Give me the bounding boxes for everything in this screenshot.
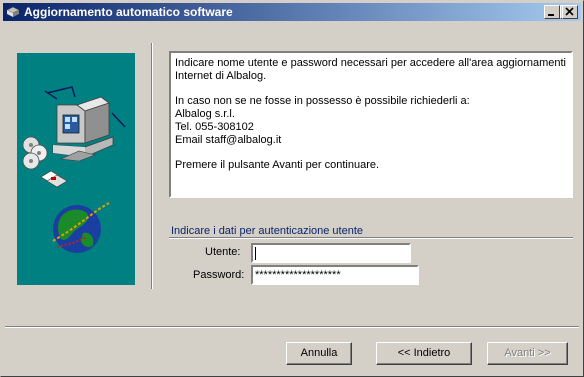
cancel-button[interactable]: Annulla (286, 342, 352, 365)
auth-group-title: Indicare i dati per autenticazione utent… (171, 225, 364, 237)
info-line: Indicare nome utente e password necessar… (175, 57, 566, 69)
bottom-divider (5, 326, 579, 328)
info-line: Email staff@albalog.it (175, 134, 282, 146)
user-label: Utente: (205, 246, 241, 258)
computer-globe-illustration (22, 86, 126, 253)
wizard-window: Aggiornamento automatico software Indica… (0, 0, 584, 377)
close-button[interactable] (562, 5, 578, 19)
next-button[interactable]: Avanti >> (487, 342, 568, 365)
app-icon (6, 6, 20, 17)
text-caret (255, 246, 256, 260)
info-line: Premere il pulsante Avanti per continuar… (175, 159, 380, 171)
back-button[interactable]: << Indietro (376, 342, 472, 365)
info-textbox: Indicare nome utente e password necessar… (169, 51, 573, 198)
password-label: Password: (193, 269, 245, 281)
auth-group-divider (169, 237, 573, 239)
vertical-divider (151, 43, 153, 289)
info-line: Albalog s.r.l. (175, 108, 235, 120)
info-line: Internet di Albalog. (175, 70, 267, 82)
wizard-side-image (17, 53, 135, 285)
window-title: Aggiornamento automatico software (24, 5, 233, 19)
minimize-icon (548, 14, 554, 16)
close-icon (565, 7, 574, 16)
user-field[interactable] (251, 243, 411, 263)
password-field[interactable]: ******************** (251, 265, 419, 285)
info-line: Tel. 055-308102 (175, 121, 254, 133)
minimize-button[interactable] (544, 5, 560, 19)
title-bar[interactable]: Aggiornamento automatico software (3, 3, 581, 21)
info-line: In caso non se ne fosse in possesso è po… (175, 95, 470, 107)
